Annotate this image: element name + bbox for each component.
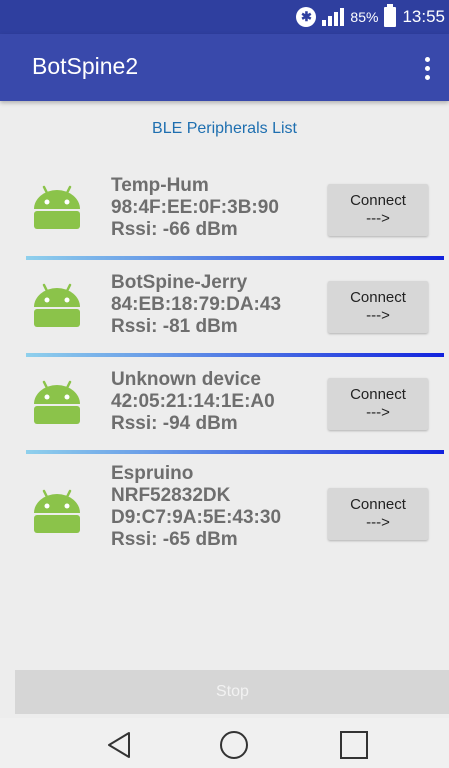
device-info: Unknown device 42:05:21:14:1E:A0 Rssi: -… [111,369,275,435]
status-icons: ✱ 85% 13:55 [296,0,445,34]
list-header: BLE Peripherals List [152,120,297,137]
clock: 13:55 [402,7,445,26]
connect-button[interactable]: Connect ---> [328,488,428,540]
android-icon [34,489,80,533]
app-title: BotSpine2 [32,53,139,79]
connect-label: Connect [350,386,406,403]
connect-arrow: ---> [366,514,390,531]
device-address: D9:C7:9A:5E:43:30 [111,507,282,528]
overflow-menu-icon[interactable] [415,50,439,86]
home-icon[interactable] [217,730,251,760]
device-address: 98:4F:EE:0F:3B:90 [111,197,279,218]
device-address: 84:EB:18:79:DA:43 [111,294,282,315]
android-icon [34,283,80,327]
device-rssi: Rssi: -94 dBm [111,413,238,434]
connect-arrow: ---> [366,307,390,324]
row-divider [26,450,444,454]
connect-button[interactable]: Connect ---> [328,184,428,236]
connect-label: Connect [350,289,406,306]
device-info: Espruino NRF52832DK D9:C7:9A:5E:43:30 Rs… [111,463,281,551]
device-name: BotSpine-Jerry [111,272,248,293]
connect-label: Connect [350,192,406,209]
device-rssi: Rssi: -81 dBm [111,316,238,337]
android-icon [34,185,80,229]
connect-button[interactable]: Connect ---> [328,281,428,333]
device-info: BotSpine-Jerry 84:EB:18:79:DA:43 Rssi: -… [111,272,281,338]
stop-button[interactable]: Stop [15,670,449,714]
row-divider [26,256,444,260]
connect-label: Connect [350,496,406,513]
device-rssi: Rssi: -65 dBm [111,529,238,550]
device-rssi: Rssi: -66 dBm [111,219,238,240]
connect-arrow: ---> [366,210,390,227]
device-name: Espruino [111,463,194,484]
bluetooth-icon: ✱ [296,7,317,27]
connect-arrow: ---> [366,404,390,421]
app-bar: BotSpine2 [0,34,449,101]
row-divider [26,353,444,357]
battery-percent: 85% [350,9,379,25]
device-address: 42:05:21:14:1E:A0 [111,391,275,412]
back-icon[interactable] [102,730,136,760]
recents-icon[interactable] [337,730,371,760]
connect-button[interactable]: Connect ---> [328,378,428,430]
device-name-2: NRF52832DK [111,485,231,506]
device-info: Temp-Hum 98:4F:EE:0F:3B:90 Rssi: -66 dBm [111,175,279,241]
battery-icon [384,4,397,27]
device-name: Temp-Hum [111,175,209,196]
device-name: Unknown device [111,369,261,390]
navigation-bar [0,718,449,768]
signal-icon [322,8,345,26]
android-icon [34,380,80,424]
status-bar: ✱ 85% 13:55 [0,0,449,34]
